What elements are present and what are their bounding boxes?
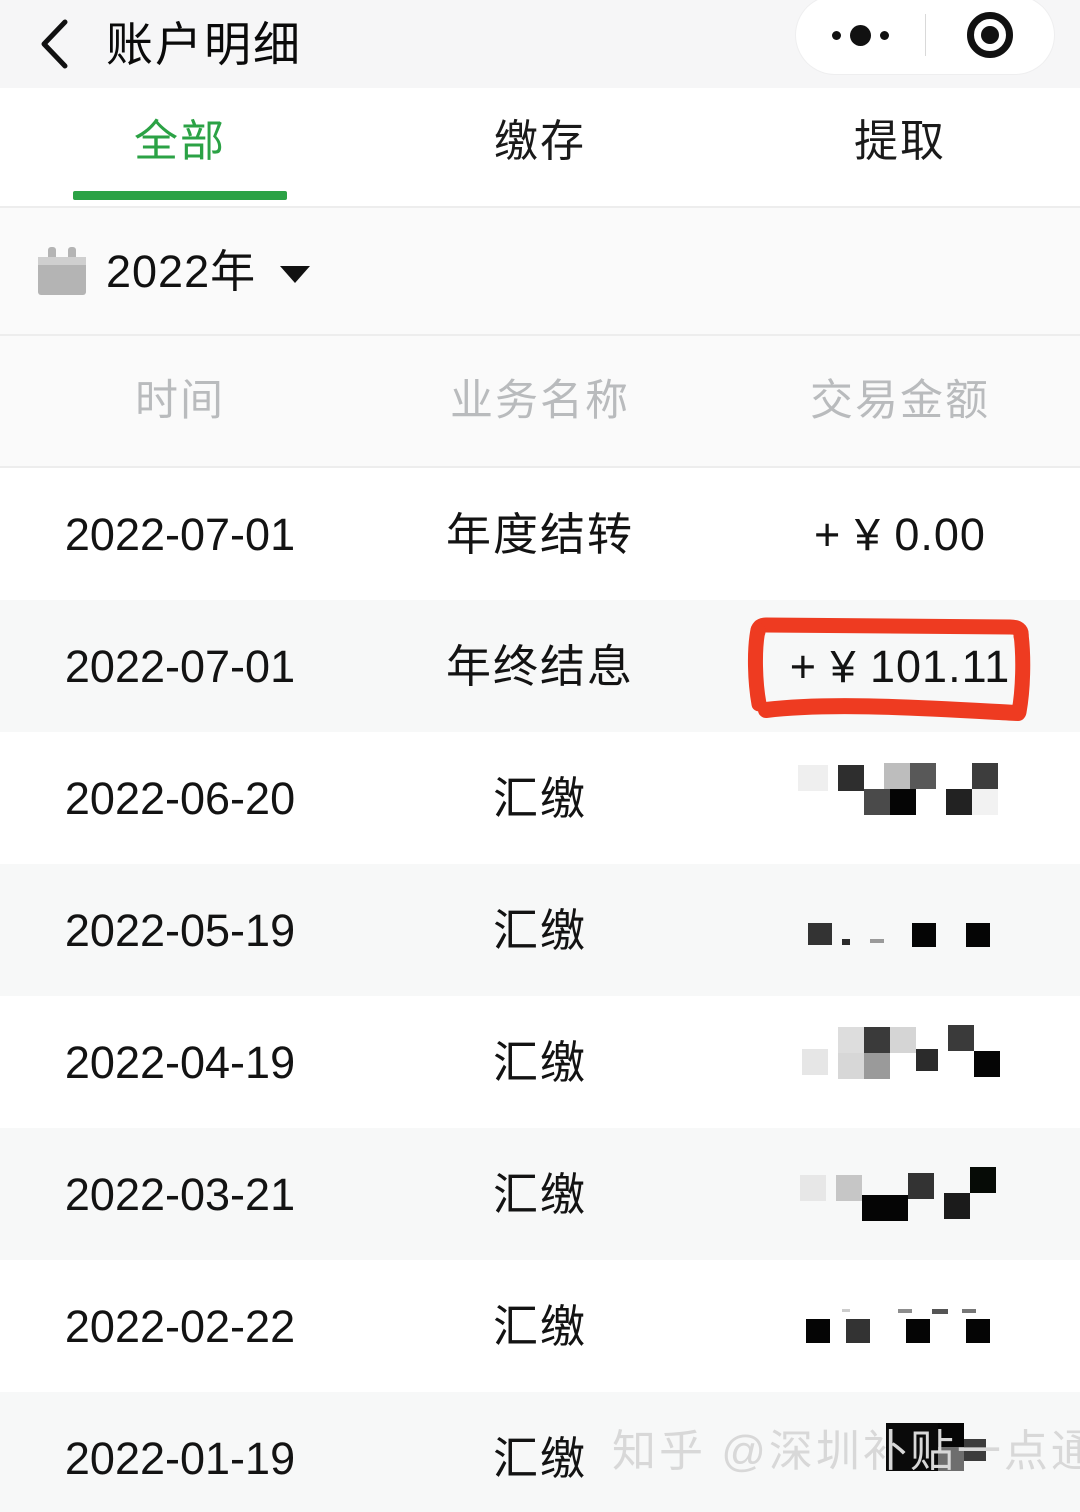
- tab-active-indicator: [73, 191, 287, 200]
- target-circle-icon: [966, 12, 1013, 58]
- navigation-bar: 账户明细: [0, 0, 1080, 88]
- column-header-time: 时间: [135, 376, 225, 425]
- cell-time: 2022-02-22: [0, 1304, 360, 1349]
- redacted-amount: [780, 1415, 1020, 1501]
- transaction-date: 2022-07-01: [64, 508, 296, 560]
- cell-business-name: 年终结息: [360, 644, 720, 689]
- back-button[interactable]: [6, 0, 102, 88]
- transaction-name: 汇缴: [492, 1036, 587, 1088]
- tab-withdraw[interactable]: 提取: [720, 88, 1080, 206]
- transaction-name: 汇缴: [492, 1432, 587, 1484]
- table-row[interactable]: 2022-05-19 汇缴: [0, 864, 1080, 996]
- cell-amount: [720, 887, 1080, 973]
- tab-withdraw-label: 提取: [854, 117, 946, 166]
- transaction-amount: + ¥ 0.00: [814, 508, 986, 560]
- close-miniprogram-button[interactable]: [926, 0, 1055, 74]
- transaction-name: 汇缴: [492, 904, 587, 956]
- cell-time: 2022-04-19: [0, 1040, 360, 1085]
- more-menu-button[interactable]: [796, 0, 925, 74]
- cell-business-name: 年度结转: [360, 512, 720, 557]
- cell-time: 2022-07-01: [0, 644, 360, 689]
- more-dots-icon: [831, 24, 889, 46]
- table-header-row: 时间 业务名称 交易金额: [0, 336, 1080, 468]
- tab-bar: 全部 缴存 提取: [0, 88, 1080, 208]
- transaction-name: 汇缴: [492, 1300, 587, 1352]
- transaction-date: 2022-01-19: [64, 1432, 296, 1484]
- redacted-amount: [780, 1151, 1020, 1237]
- cell-time: 2022-03-21: [0, 1172, 360, 1217]
- tab-all-label: 全部: [134, 117, 226, 166]
- table-row[interactable]: 2022-07-01 年终结息 + ¥ 101.11: [0, 600, 1080, 732]
- transaction-date: 2022-06-20: [64, 772, 296, 824]
- tab-all[interactable]: 全部: [0, 88, 360, 206]
- transaction-amount: + ¥ 101.11: [789, 640, 1011, 692]
- caret-down-icon: [280, 265, 311, 283]
- redacted-amount: [780, 1283, 1020, 1369]
- redacted-amount: [780, 755, 1020, 841]
- cell-time: 2022-01-19: [0, 1436, 360, 1481]
- cell-business-name: 汇缴: [360, 908, 720, 953]
- table-row[interactable]: 2022-03-21 汇缴: [0, 1128, 1080, 1260]
- table-row[interactable]: 2022-07-01 年度结转 + ¥ 0.00: [0, 468, 1080, 600]
- transaction-date: 2022-03-21: [64, 1168, 296, 1220]
- cell-business-name: 汇缴: [360, 1436, 720, 1481]
- transaction-date: 2022-04-19: [64, 1036, 296, 1088]
- page-title: 账户明细: [106, 17, 302, 71]
- cell-amount: [720, 1415, 1080, 1501]
- redacted-amount: [780, 887, 1020, 973]
- column-header-business-name: 业务名称: [450, 376, 630, 425]
- table-row[interactable]: 2022-06-20 汇缴: [0, 732, 1080, 864]
- tab-deposit[interactable]: 缴存: [360, 88, 720, 206]
- cell-business-name: 汇缴: [360, 1040, 720, 1085]
- cell-business-name: 汇缴: [360, 1304, 720, 1349]
- redacted-amount: [780, 1019, 1020, 1105]
- cell-amount: [720, 755, 1080, 841]
- transaction-name: 汇缴: [492, 1168, 587, 1220]
- table-row[interactable]: 2022-01-19 汇缴: [0, 1392, 1080, 1512]
- cell-amount: + ¥ 0.00: [720, 512, 1080, 557]
- tab-deposit-label: 缴存: [494, 117, 586, 166]
- transaction-date: 2022-02-22: [64, 1300, 296, 1352]
- column-header-amount: 交易金额: [810, 376, 990, 425]
- account-detail-screen: 账户明细 全部 缴存 提取 2022年 时间 业务名称 交易金额 2022-07…: [0, 0, 1080, 1512]
- table-row[interactable]: 2022-02-22 汇缴: [0, 1260, 1080, 1392]
- cell-amount: + ¥ 101.11: [720, 644, 1080, 689]
- transaction-date: 2022-07-01: [64, 640, 296, 692]
- table-row[interactable]: 2022-04-19 汇缴: [0, 996, 1080, 1128]
- transaction-date: 2022-05-19: [64, 904, 296, 956]
- cell-time: 2022-07-01: [0, 512, 360, 557]
- miniprogram-capsule: [796, 0, 1054, 74]
- cell-business-name: 汇缴: [360, 776, 720, 821]
- cell-amount: [720, 1019, 1080, 1105]
- cell-amount: [720, 1151, 1080, 1237]
- year-filter-value: 2022年: [106, 245, 257, 297]
- cell-amount: [720, 1283, 1080, 1369]
- cell-business-name: 汇缴: [360, 1172, 720, 1217]
- cell-time: 2022-06-20: [0, 776, 360, 821]
- transaction-name: 年终结息: [445, 640, 634, 692]
- transaction-name: 汇缴: [492, 772, 587, 824]
- calendar-icon: [38, 247, 86, 295]
- year-filter[interactable]: 2022年: [0, 208, 1080, 336]
- transaction-name: 年度结转: [445, 508, 634, 560]
- cell-time: 2022-05-19: [0, 908, 360, 953]
- transaction-list: 2022-07-01 年度结转 + ¥ 0.00 2022-07-01 年终结息 + ¥ …: [0, 468, 1080, 1512]
- chevron-left-icon: [41, 19, 68, 69]
